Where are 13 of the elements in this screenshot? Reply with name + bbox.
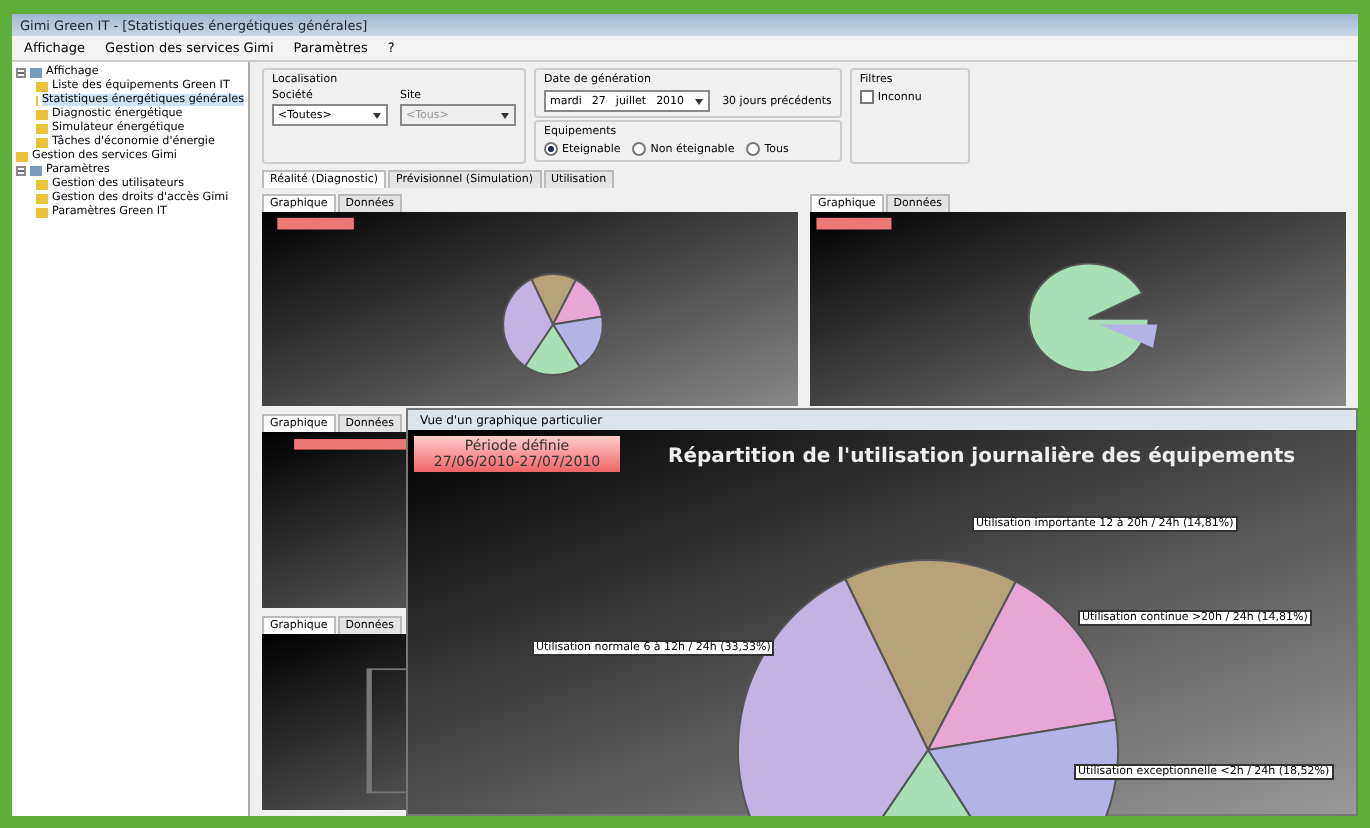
checkbox[interactable] (859, 90, 874, 104)
folder-icon (30, 66, 42, 78)
chart-title: Répartition de l'utilisation journalière des équipements (668, 446, 1296, 468)
caret-icon[interactable] (372, 111, 382, 119)
expander-icon[interactable] (16, 165, 26, 175)
legend-badge (816, 217, 892, 230)
radio-button[interactable] (632, 142, 647, 156)
radio-button[interactable] (544, 142, 558, 156)
radio-button[interactable] (746, 142, 761, 156)
legend-badge (277, 217, 354, 230)
folder-icon (30, 164, 42, 176)
expander-icon[interactable] (16, 67, 26, 77)
caret-icon[interactable] (694, 97, 705, 105)
